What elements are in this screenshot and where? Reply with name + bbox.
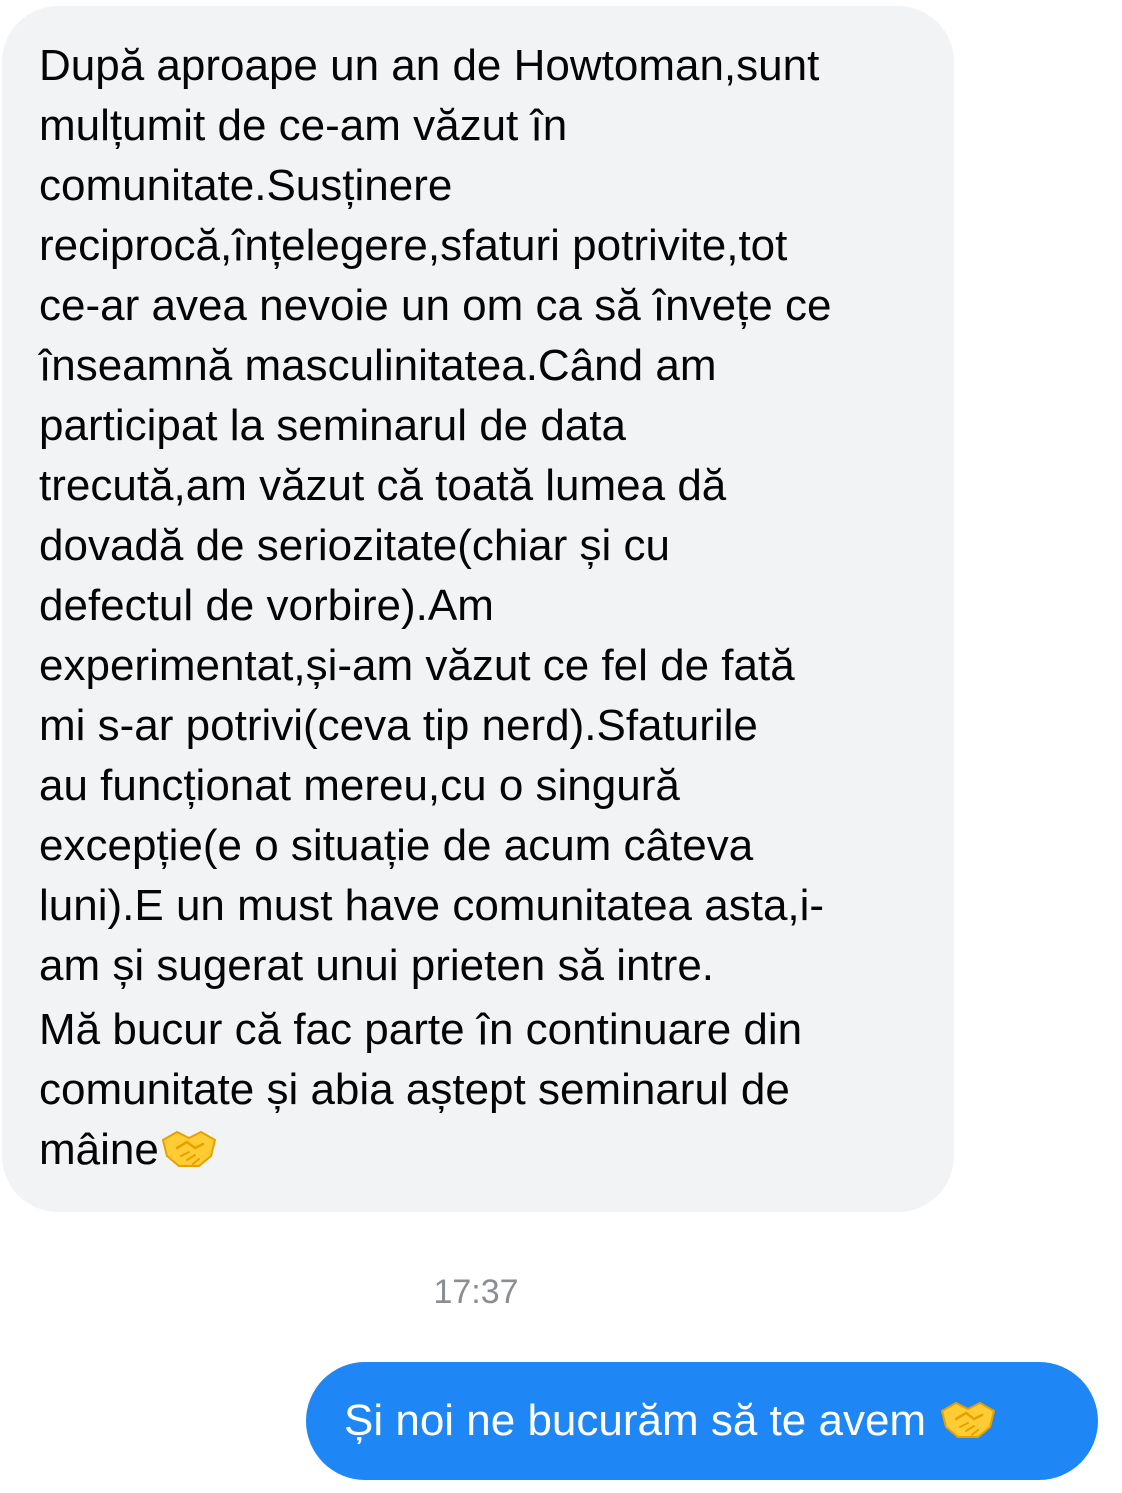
message-line: înseamnă masculinitatea.Când am: [39, 341, 717, 390]
message-line: experimentat,și-am văzut ce fel de fată: [39, 641, 795, 690]
message-thread: După aproape un an de Howtoman,sunt mulț…: [0, 0, 1122, 1493]
outgoing-message-bubble[interactable]: Și noi ne bucurăm să te avem: [306, 1362, 1098, 1480]
outgoing-message-text: Și noi ne bucurăm să te avem: [344, 1396, 927, 1445]
message-line: au funcționat mereu,cu o singură: [39, 761, 680, 810]
message-line: ce-ar avea nevoie un om ca să învețe ce: [39, 281, 832, 330]
message-line: mi s-ar potrivi(ceva tip nerd).Sfaturile: [39, 701, 758, 750]
message-line: Mă bucur că fac parte în continuare din: [39, 1005, 803, 1054]
message-line: După aproape un an de Howtoman,sunt: [39, 41, 820, 90]
message-line: dovadă de seriozitate(chiar și cu: [39, 521, 670, 570]
incoming-message-bubble[interactable]: După aproape un an de Howtoman,sunt mulț…: [2, 6, 954, 1212]
message-line: am și sugerat unui prieten să intre.: [39, 941, 715, 990]
message-line: comunitate.Susținere: [39, 161, 453, 210]
message-line: luni).E un must have comunitatea asta,i-: [39, 881, 825, 930]
message-line: participat la seminarul de data: [39, 401, 626, 450]
message-line: trecută,am văzut că toată lumea dă: [39, 461, 727, 510]
message-line: reciprocă,înțelegere,sfaturi potrivite,t…: [39, 221, 788, 270]
message-line: defectul de vorbire).Am: [39, 581, 494, 630]
message-line: comunitate și abia aștept seminarul de: [39, 1065, 790, 1114]
handshake-icon: [941, 1401, 996, 1438]
message-last-word: mâine: [39, 1125, 159, 1174]
handshake-icon: [161, 1130, 216, 1167]
message-timestamp: 17:37: [433, 1273, 519, 1311]
message-last-line: mâine: [39, 1120, 926, 1180]
message-line: excepție(e o situație de acum câteva: [39, 821, 754, 870]
message-line: mulțumit de ce-am văzut în: [39, 101, 568, 150]
